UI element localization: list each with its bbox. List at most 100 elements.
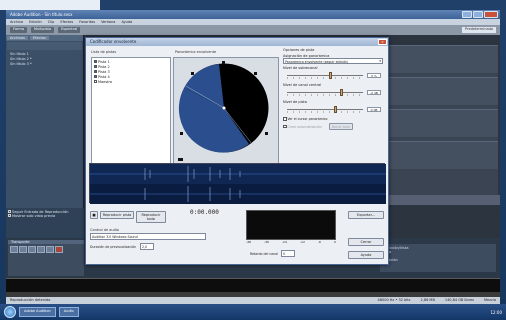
stop-icon[interactable]: ■ xyxy=(90,211,98,219)
waveform-preview[interactable] xyxy=(89,163,386,204)
help-button[interactable]: Ayuda xyxy=(348,251,384,259)
menu-item[interactable]: Ayuda xyxy=(121,20,132,24)
app-titlebar: Adobe Audition - Sin título.sesx xyxy=(6,10,500,19)
speaker-icon xyxy=(180,132,183,135)
maximize-button[interactable] xyxy=(473,11,483,18)
checkbox[interactable] xyxy=(8,210,11,213)
surround-encoder-dialog: Codificador envolvente ✕ Lista de pistas… xyxy=(85,37,389,265)
screen-corner-shadow xyxy=(0,0,100,10)
close-window-button[interactable] xyxy=(484,11,498,18)
timeline-ruler[interactable] xyxy=(384,195,500,205)
menu-item[interactable]: Ventana xyxy=(101,20,115,24)
taskbar-item[interactable]: Audio xyxy=(58,307,79,317)
status-items: 48000 Hz • 32 bits 2,86 MB 140,84 GB lib… xyxy=(378,298,496,302)
pause-icon[interactable] xyxy=(28,246,36,253)
slider-value[interactable]: 0 dB xyxy=(367,107,381,112)
status-bar: Reproducción detenida 48000 Hz • 32 bits… xyxy=(6,297,500,304)
checkbox[interactable] xyxy=(283,124,287,129)
slider-track xyxy=(287,109,363,110)
track-lane[interactable] xyxy=(388,109,498,137)
slider-thumb[interactable] xyxy=(334,106,338,113)
channel-delay-field[interactable]: 0 xyxy=(280,250,295,257)
play-track-button[interactable]: Reproducir pista xyxy=(100,211,134,219)
multitrack-view-button[interactable]: Multipista xyxy=(30,27,55,33)
audio-control-label: Control de audio xyxy=(90,228,119,232)
channel-level-slider[interactable]: -2 dB xyxy=(283,88,383,98)
taskbar-item[interactable]: Adobe Audition xyxy=(19,307,56,317)
panner-graphic xyxy=(178,61,269,161)
track-lane[interactable] xyxy=(388,141,498,169)
checkbox[interactable] xyxy=(93,74,97,79)
stop-icon[interactable] xyxy=(10,246,18,253)
clear-all-button[interactable]: Borrar todo xyxy=(328,123,353,130)
slider-value[interactable]: 0 % xyxy=(367,73,381,78)
audio-device-field[interactable]: Audition 3.0 Windows Sound xyxy=(90,233,206,240)
track-name: Pista 2 xyxy=(98,64,110,69)
file-item[interactable]: Sin título 3 * xyxy=(6,61,83,66)
checkbox[interactable] xyxy=(93,79,97,84)
slider-value[interactable]: -2 dB xyxy=(367,90,381,95)
track-list-label: Lista de pistas xyxy=(91,50,117,54)
waveform-view-button[interactable]: Forma xyxy=(10,27,27,33)
slider-track xyxy=(287,92,363,93)
workspace-select[interactable]: Predeterminado xyxy=(462,27,496,33)
automation-option[interactable]: Crear automatización Borrar todo xyxy=(283,123,383,130)
rewind-icon[interactable] xyxy=(37,246,45,253)
meter-scale: -48 -36 -24 -12 -6 0 xyxy=(246,240,336,246)
menu-item[interactable]: Efectos xyxy=(60,20,73,24)
track-level-slider[interactable]: 0 dB xyxy=(283,105,383,115)
files-toolbar xyxy=(7,42,82,50)
window-controls xyxy=(462,11,498,18)
pan-position-dot[interactable] xyxy=(222,106,226,110)
export-button[interactable]: Exportar... xyxy=(348,211,384,219)
close-button[interactable]: Cerrar xyxy=(348,238,384,246)
pan-mode-select[interactable]: Panorámica envolvente (seguir edición) ▾ xyxy=(283,58,383,64)
option-label: Mostrar solo vista previa xyxy=(12,214,56,218)
tab-effects[interactable]: Efectos xyxy=(29,36,49,40)
start-button[interactable] xyxy=(4,306,16,318)
checkbox[interactable] xyxy=(93,59,97,64)
speaker-icon xyxy=(191,72,194,75)
option-label: Ver el cursor panorámico xyxy=(287,117,328,121)
track-name: Maestro xyxy=(98,79,113,84)
play-icon[interactable] xyxy=(19,246,27,253)
show-cursor-option[interactable]: Ver el cursor panorámico xyxy=(283,117,383,121)
meter-tick: -12 xyxy=(299,240,305,244)
preview-duration-field[interactable]: 2,0 xyxy=(140,243,154,250)
surround-panner[interactable] xyxy=(173,57,279,167)
preview-duration-label: Duración de previsualización xyxy=(90,244,136,249)
checkbox[interactable] xyxy=(93,64,97,69)
menu-item[interactable]: Clip xyxy=(48,20,55,24)
track-name: Pista 1 xyxy=(98,59,110,64)
menu-item[interactable]: Archivo xyxy=(10,20,23,24)
waveform-graphic xyxy=(90,164,386,204)
minimize-button[interactable] xyxy=(462,11,472,18)
spectral-view-button[interactable]: Espectral xyxy=(58,27,81,33)
close-icon[interactable]: ✕ xyxy=(378,39,387,45)
desktop: Adobe Audition - Sin título.sesx Archivo… xyxy=(0,0,506,320)
file-size: 2,86 MB xyxy=(420,298,435,302)
menu-item[interactable]: Edición xyxy=(29,20,42,24)
menu-item[interactable]: Favoritos xyxy=(79,20,95,24)
selection-row: Duración xyxy=(382,258,398,262)
track-lane[interactable] xyxy=(388,45,498,73)
track-lane[interactable] xyxy=(388,77,498,105)
transport-panel: Transporte xyxy=(8,240,84,276)
track-area xyxy=(388,45,498,195)
track-list-item[interactable]: Maestro xyxy=(93,79,169,84)
play-all-button[interactable]: Reproducir todo xyxy=(136,211,166,223)
checkbox[interactable] xyxy=(283,117,287,121)
audio-options-row: Duración de previsualización 2,0 xyxy=(90,243,240,250)
files-panel: Archivos Efectos Sin título 1 Sin título… xyxy=(6,35,84,238)
slider-ticks xyxy=(287,77,363,79)
center-level-slider[interactable]: 0 % xyxy=(283,71,383,81)
fast-forward-icon[interactable] xyxy=(46,246,54,253)
slider-thumb[interactable] xyxy=(328,72,332,79)
slider-thumb[interactable] xyxy=(340,89,344,96)
checkbox[interactable] xyxy=(8,214,11,217)
preview-only-option[interactable]: Mostrar solo vista previa xyxy=(8,214,82,218)
tab-files[interactable]: Archivos xyxy=(7,36,28,40)
checkbox[interactable] xyxy=(93,69,97,74)
dialog-title: Codificador envolvente xyxy=(90,39,137,44)
record-icon[interactable] xyxy=(55,246,63,253)
